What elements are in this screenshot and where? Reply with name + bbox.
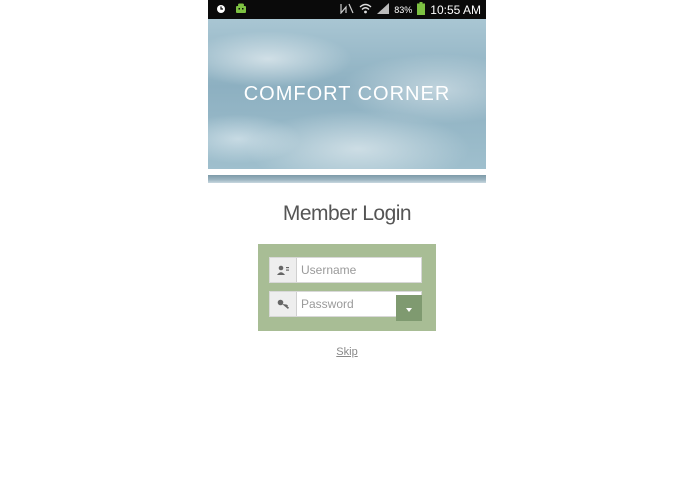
status-right: 83% 10:55 AM	[340, 1, 481, 18]
android-icon	[235, 3, 247, 17]
alarm-icon	[216, 3, 226, 17]
status-left	[216, 3, 247, 17]
signal-icon	[377, 2, 390, 17]
clock: 10:55 AM	[430, 2, 481, 17]
app-screen: 83% 10:55 AM COMFORT CORNER Member Login	[208, 0, 486, 494]
nfc-icon	[340, 3, 354, 17]
login-title: Member Login	[282, 202, 412, 225]
password-input[interactable]	[301, 295, 411, 313]
battery-percent: 83%	[394, 4, 413, 15]
user-icon	[270, 258, 297, 282]
username-input[interactable]	[301, 261, 411, 279]
battery-icon	[417, 1, 426, 18]
key-icon	[270, 292, 297, 316]
username-field	[269, 257, 422, 283]
hero-banner: COMFORT CORNER	[208, 19, 486, 169]
wifi-icon	[359, 3, 372, 17]
arrow-down-icon	[405, 301, 413, 316]
skip-link[interactable]: Skip	[208, 346, 486, 358]
status-bar: 83% 10:55 AM	[208, 0, 486, 19]
hero-title: COMFORT CORNER	[243, 82, 451, 105]
login-submit-button[interactable]	[396, 295, 422, 321]
hero-divider	[208, 175, 486, 183]
login-form	[258, 244, 436, 331]
